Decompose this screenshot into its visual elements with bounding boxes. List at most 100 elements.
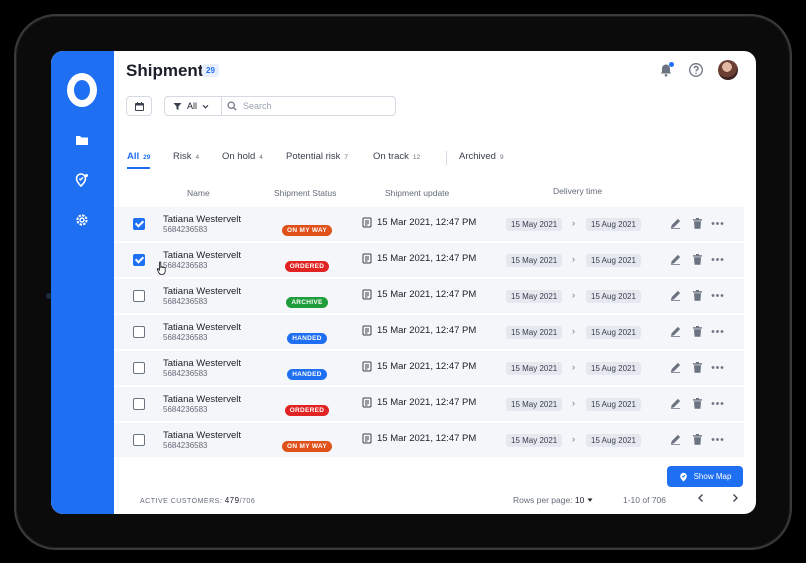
more-icon[interactable] (711, 217, 724, 230)
document-icon (362, 253, 372, 264)
shipment-update: 15 Mar 2021, 12:47 PM (362, 289, 476, 300)
update-timestamp: 15 Mar 2021, 12:47 PM (377, 289, 477, 300)
tab-risk[interactable]: Risk 4 (173, 151, 199, 169)
edit-icon[interactable] (669, 217, 682, 230)
trash-icon[interactable] (691, 397, 704, 410)
edit-icon[interactable] (669, 289, 682, 302)
gear-icon[interactable] (75, 213, 89, 227)
avatar[interactable] (718, 60, 738, 80)
status-cell: ORDERED (272, 399, 342, 417)
location-icon[interactable] (75, 173, 89, 187)
table-row[interactable]: Tatiana Westervelt 5684236583 ON MY WAY … (114, 207, 744, 241)
trash-icon[interactable] (691, 289, 704, 302)
delivery-start-date: 15 May 2021 (506, 362, 563, 375)
row-checkbox[interactable] (133, 290, 145, 302)
trash-icon[interactable] (691, 433, 704, 446)
chevron-right-icon (733, 494, 738, 502)
customer-name: Tatiana Westervelt (163, 430, 241, 441)
notification-icon[interactable] (658, 62, 674, 78)
table-row[interactable]: Tatiana Westervelt 5684236583 HANDED 15 … (114, 315, 744, 349)
tab-count: 4 (259, 154, 263, 161)
rows-per-page-value: 10 (574, 495, 585, 505)
edit-icon[interactable] (669, 325, 682, 338)
tab-archived[interactable]: Archived 9 (459, 151, 504, 169)
table-row[interactable]: Tatiana Westervelt 5684236583 ON MY WAY … (114, 423, 744, 457)
more-icon[interactable] (711, 433, 724, 446)
more-icon[interactable] (711, 397, 724, 410)
column-header-name[interactable]: Name (187, 188, 210, 198)
shipment-number: 5684236583 (163, 441, 208, 450)
status-cell: ORDERED (272, 255, 342, 273)
delivery-end-date: 15 Aug 2021 (586, 254, 641, 267)
tab-on-hold[interactable]: On hold 4 (222, 151, 263, 169)
active-customers-total: /706 (239, 498, 256, 505)
trash-icon[interactable] (691, 325, 704, 338)
status-cell: ARCHIVE (272, 291, 342, 309)
customer-name: Tatiana Westervelt (163, 214, 241, 225)
chevron-down-icon (202, 104, 209, 109)
delivery-end-date: 15 Aug 2021 (586, 362, 641, 375)
app-screen: Shipment 29 All All29 Ris (51, 51, 756, 514)
trash-icon[interactable] (691, 217, 704, 230)
status-badge: HANDED (287, 369, 327, 380)
filter-select[interactable]: All (165, 97, 222, 115)
edit-icon[interactable] (669, 361, 682, 374)
delivery-end-date: 15 Aug 2021 (586, 398, 641, 411)
more-icon[interactable] (711, 361, 724, 374)
shipment-number: 5684236583 (163, 261, 208, 270)
pagination-range: 1-10 of 706 (623, 495, 667, 505)
next-page-button[interactable] (731, 493, 739, 506)
tab-all[interactable]: All 29 (127, 151, 151, 169)
delivery-end-date: 15 Aug 2021 (586, 326, 641, 339)
row-checkbox[interactable] (133, 326, 145, 338)
tab-count: 7 (344, 154, 349, 161)
row-checkbox[interactable] (133, 218, 145, 230)
help-icon[interactable] (688, 62, 704, 78)
shipment-number: 5684236583 (163, 369, 208, 378)
trash-icon[interactable] (691, 253, 704, 266)
row-checkbox[interactable] (133, 362, 145, 374)
row-checkbox[interactable] (133, 398, 145, 410)
rows-per-page[interactable]: Rows per page: 10 (513, 495, 593, 505)
show-map-button[interactable]: Show Map (667, 466, 743, 487)
update-timestamp: 15 Mar 2021, 12:47 PM (377, 325, 477, 336)
status-cell: ON MY WAY (272, 435, 342, 453)
more-icon[interactable] (711, 325, 724, 338)
edit-icon[interactable] (669, 253, 682, 266)
delivery-start-date: 15 May 2021 (506, 218, 563, 231)
calendar-button[interactable] (126, 96, 152, 116)
tab-on-track[interactable]: On track 12 (373, 151, 420, 169)
app-logo[interactable] (67, 73, 97, 107)
status-badge: HANDED (287, 333, 327, 344)
sidebar (51, 51, 114, 514)
more-icon[interactable] (711, 289, 724, 302)
folder-icon[interactable] (75, 133, 89, 147)
row-checkbox[interactable] (133, 434, 145, 446)
customer-name: Tatiana Westervelt (163, 322, 241, 333)
table-row[interactable]: Tatiana Westervelt 5684236583 ORDERED 15… (114, 387, 744, 421)
chevron-right-icon: › (572, 326, 575, 336)
tab-potential-risk[interactable]: Potential risk 7 (286, 151, 348, 169)
table-row[interactable]: Tatiana Westervelt 5684236583 ARCHIVE 15… (114, 279, 744, 313)
shipment-update: 15 Mar 2021, 12:47 PM (362, 397, 476, 408)
customer-name: Tatiana Westervelt (163, 286, 241, 297)
shipment-number: 5684236583 (163, 405, 208, 414)
trash-icon[interactable] (691, 361, 704, 374)
update-timestamp: 15 Mar 2021, 12:47 PM (377, 253, 477, 264)
document-icon (362, 217, 372, 228)
edit-icon[interactable] (669, 433, 682, 446)
calendar-icon (134, 101, 144, 111)
delivery-end-date: 15 Aug 2021 (586, 218, 641, 231)
column-header-update[interactable]: Shipment update (385, 188, 449, 198)
status-cell: HANDED (272, 327, 342, 345)
prev-page-button[interactable] (697, 493, 705, 506)
table-row[interactable]: Tatiana Westervelt 5684236583 ORDERED 15… (114, 243, 744, 277)
table-row[interactable]: Tatiana Westervelt 5684236583 HANDED 15 … (114, 351, 744, 385)
search-input[interactable] (243, 101, 393, 111)
customer-name: Tatiana Westervelt (163, 250, 241, 261)
row-checkbox[interactable] (133, 254, 145, 266)
edit-icon[interactable] (669, 397, 682, 410)
column-header-delivery[interactable]: Delivery time (553, 186, 602, 196)
more-icon[interactable] (711, 253, 724, 266)
column-header-status[interactable]: Shipment Status (274, 188, 336, 198)
